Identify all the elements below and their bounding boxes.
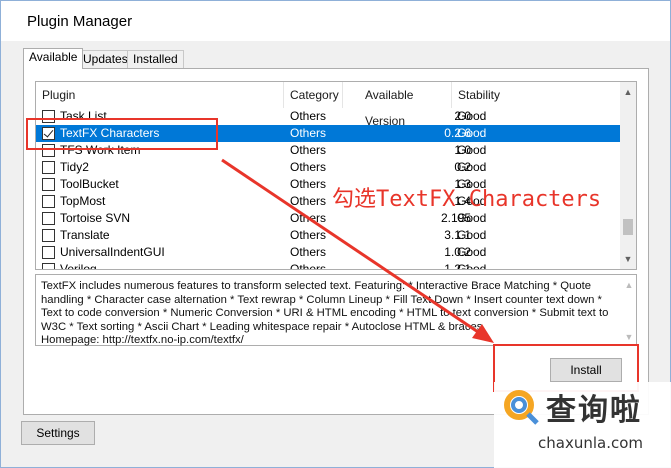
watermark-logo: 查询啦 chaxunla.com: [494, 382, 671, 468]
annotation-text: 勾选TextFX Characters: [332, 187, 602, 212]
tab-available[interactable]: Available: [23, 48, 84, 69]
watermark-cn: 查询啦: [546, 393, 642, 428]
magnifier-icon: [504, 390, 539, 425]
watermark-en: chaxunla.com: [538, 434, 643, 452]
